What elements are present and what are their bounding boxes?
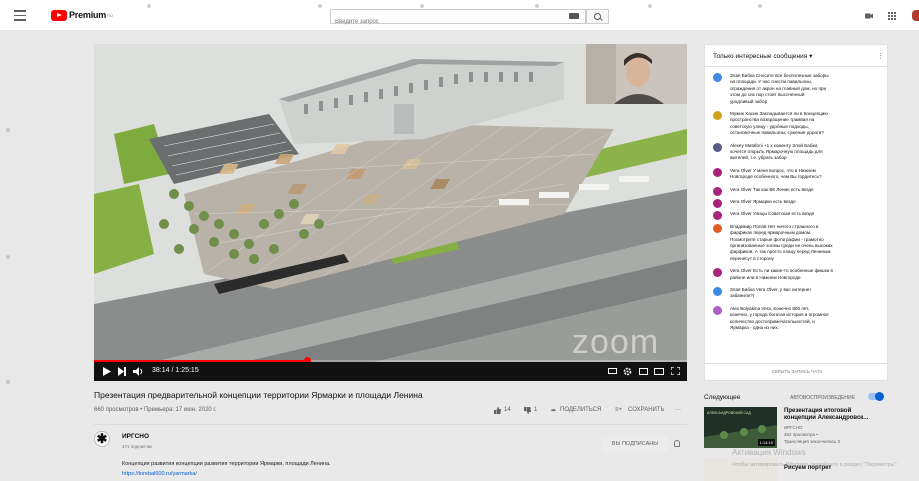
- keyboard-icon[interactable]: [569, 13, 579, 19]
- volume-icon[interactable]: [133, 367, 143, 376]
- chat-author-avatar[interactable]: [713, 186, 722, 196]
- chat-message-line: Vera Olver Так как ВК Ленин есть везде: [730, 186, 814, 192]
- apps-grid-icon[interactable]: [888, 12, 896, 20]
- chat-message-line: уродливый забор: [730, 98, 768, 104]
- account-avatar[interactable]: [912, 10, 919, 21]
- share-button[interactable]: ПОДЕЛИТЬСЯ: [560, 407, 601, 413]
- like-icon[interactable]: [494, 407, 501, 414]
- save-icon[interactable]: ≡+: [615, 407, 622, 413]
- video-description: Концепция развития концепции развития те…: [122, 461, 331, 467]
- description-link[interactable]: https://torebal600.ru/yarmarka/: [122, 471, 197, 477]
- autoplay-toggle[interactable]: [868, 392, 884, 401]
- channel-avatar[interactable]: ✱: [94, 431, 110, 447]
- youtube-premium-logo[interactable]: Premium RU: [51, 9, 113, 21]
- divider: [94, 424, 687, 425]
- subtitles-icon[interactable]: [608, 368, 617, 374]
- guide-dot: [6, 128, 10, 132]
- windows-activation-watermark: Активация Windows: [732, 448, 806, 457]
- theater-mode-icon[interactable]: [654, 368, 664, 375]
- chat-author-avatar[interactable]: [713, 199, 722, 208]
- chat-author-avatar[interactable]: [713, 305, 722, 315]
- presenter-image: [586, 44, 687, 104]
- video-title: Презентация предварительной концепции те…: [94, 390, 423, 400]
- share-icon[interactable]: ➦: [551, 407, 556, 414]
- chat-author-avatar[interactable]: [713, 142, 722, 152]
- chat-filter-dropdown[interactable]: Только интересные сообщения ▾: [713, 52, 812, 60]
- chat-message-line: Ярмарка - одна из них.: [730, 324, 780, 330]
- related-thumbnail[interactable]: АЛЕКСАНДРОВСКИЙ САД 1:14:10: [704, 407, 777, 448]
- chat-more-icon[interactable]: ⋮: [877, 52, 884, 60]
- related-channel: ИРГСНО: [784, 425, 803, 430]
- channel-subscriber-count: 471 подписчик: [122, 444, 153, 449]
- play-icon[interactable]: [103, 367, 111, 376]
- ghost-dot: [318, 4, 322, 8]
- live-chat-replay: Только интересные сообщения ▾ ⋮ Злая Баб…: [704, 44, 889, 381]
- related-views: 262 просмотра •: [784, 432, 818, 437]
- chat-author-avatar[interactable]: [713, 167, 722, 177]
- chat-author-avatar[interactable]: [713, 223, 722, 233]
- ghost-dot: [420, 4, 424, 8]
- chat-message-line: забанили?): [730, 293, 755, 299]
- chat-header: Только интересные сообщения ▾ ⋮: [705, 45, 889, 67]
- related-thumbnail-caption: АЛЕКСАНДРОВСКИЙ САД: [707, 411, 751, 415]
- guide-dot: [6, 255, 10, 259]
- more-actions-button[interactable]: ···: [675, 407, 681, 413]
- dislike-count: 1: [534, 407, 538, 413]
- chat-message-line: Vera Olver Улицы Советская есть везде: [730, 211, 815, 217]
- autoplay-label: АВТОВОСПРОИЗВЕДЕНИЕ: [790, 395, 855, 401]
- ghost-dot: [147, 4, 151, 8]
- video-meta: 660 просмотров • Премьера: 17 июн. 2020 …: [94, 407, 217, 413]
- search-box: [330, 9, 586, 28]
- up-next-heading: Следующее: [704, 394, 741, 401]
- video-frame[interactable]: zoom: [94, 44, 687, 362]
- next-icon[interactable]: [118, 367, 126, 376]
- search-input[interactable]: [331, 16, 535, 28]
- hide-chat-button[interactable]: СКРЫТЬ ЗАПИСЬ ЧАТА: [705, 363, 889, 381]
- chat-message-line: Новгороде особенного, чем Вы гордитесь?: [730, 174, 822, 180]
- video-player[interactable]: zoom 38:14 / 1:25:15: [94, 44, 687, 381]
- windows-activation-hint: Чтобы активировать Windows, перейдите в …: [732, 462, 899, 468]
- miniplayer-icon[interactable]: [639, 368, 648, 375]
- chat-author-avatar[interactable]: [713, 111, 722, 120]
- logo-country: RU: [107, 12, 113, 18]
- player-controls: 38:14 / 1:25:15: [94, 362, 687, 381]
- related-title-line1: Презентация итоговой: [784, 408, 852, 414]
- masthead: Premium RU: [0, 0, 919, 31]
- dislike-icon[interactable]: [524, 407, 531, 414]
- settings-gear-icon[interactable]: [623, 367, 632, 376]
- chat-message-line: остановочные павильоны, сужение дороги?: [730, 130, 824, 136]
- chat-message-line: районе или в Нижнем Новгороде: [730, 274, 801, 280]
- time-display: 38:14 / 1:25:15: [152, 367, 199, 374]
- ghost-dot: [758, 4, 762, 8]
- create-video-icon[interactable]: [865, 12, 873, 20]
- related-status: Трансляция закончилась 3: [784, 439, 840, 444]
- related-title[interactable]: Презентация итоговой концепции Александр…: [784, 408, 868, 422]
- chat-message-line: Vera Olver Ярмарки есть везде: [730, 199, 796, 204]
- related-duration: 1:14:10: [757, 439, 775, 446]
- webcam-overlay: [586, 44, 687, 104]
- like-count: 14: [504, 407, 511, 413]
- fullscreen-icon[interactable]: [671, 367, 680, 375]
- channel-name[interactable]: ИРГСНО: [122, 433, 149, 440]
- related-title-line2: концепции Александровск...: [784, 415, 869, 422]
- save-button[interactable]: СОХРАНИТЬ: [628, 407, 664, 413]
- menu-icon[interactable]: [14, 10, 26, 21]
- autoplay-toggle-knob: [875, 392, 884, 401]
- chat-message-line: жителей, т.е. убрать забор: [730, 155, 787, 161]
- chat-author-avatar[interactable]: [713, 211, 722, 221]
- chat-author-avatar[interactable]: [713, 73, 722, 82]
- subscribed-button[interactable]: ВЫ ПОДПИСАНЫ: [602, 437, 668, 452]
- ghost-dot: [648, 4, 652, 8]
- youtube-play-icon: [51, 9, 67, 21]
- logo-text: Premium: [69, 10, 107, 20]
- search-button[interactable]: [586, 9, 609, 24]
- zoom-watermark: zoom: [572, 323, 660, 361]
- chat-message-line: перенесут в сторону: [730, 255, 774, 261]
- guide-dot: [6, 380, 10, 384]
- chat-author-avatar[interactable]: [713, 268, 722, 278]
- ghost-dot: [535, 4, 539, 8]
- notification-bell-icon[interactable]: [674, 440, 680, 447]
- chat-author-avatar[interactable]: [713, 287, 722, 296]
